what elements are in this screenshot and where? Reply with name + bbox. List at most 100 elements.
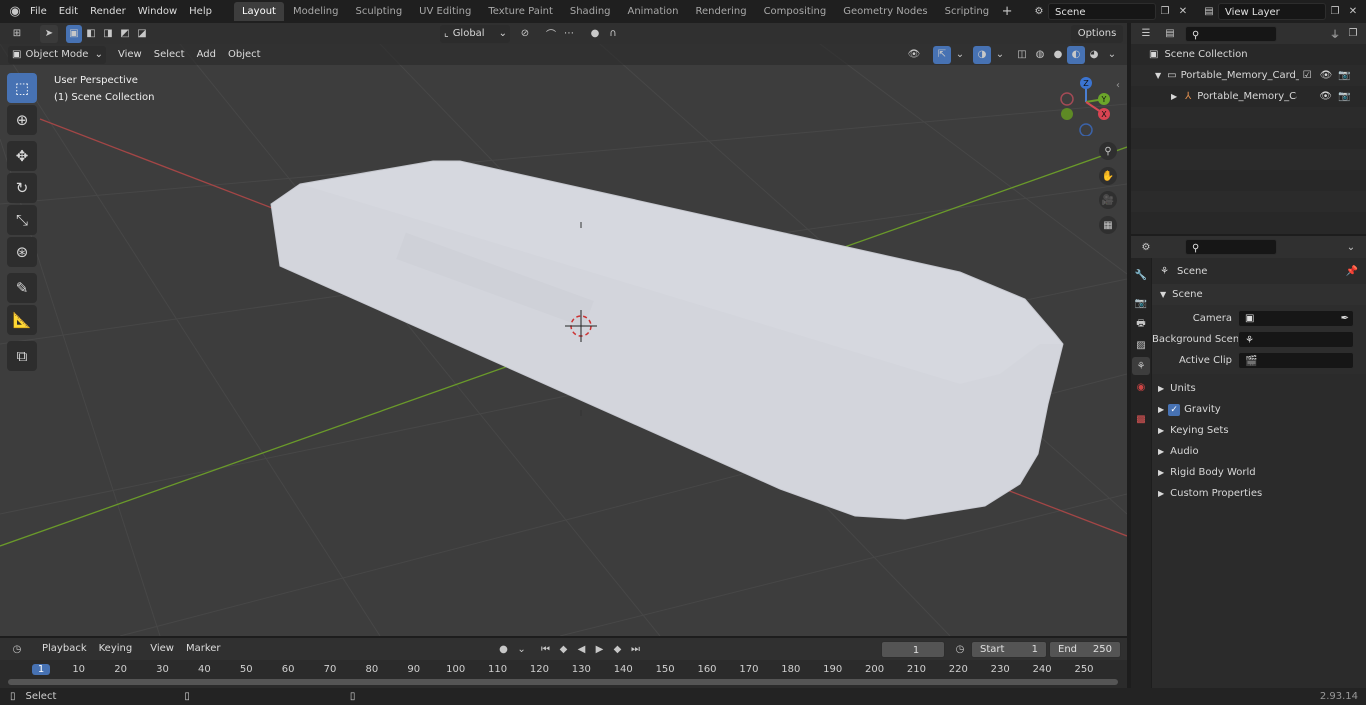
perspective-toggle-icon[interactable]: ▦ bbox=[1099, 216, 1117, 234]
select-tool-icon[interactable]: ➤ bbox=[40, 24, 58, 43]
eye-icon[interactable]: 👁 bbox=[1319, 91, 1332, 102]
rigid-body-world-panel[interactable]: ▶ Rigid Body World bbox=[1152, 462, 1366, 483]
checkbox-icon[interactable]: ☑ bbox=[1303, 70, 1312, 81]
new-view-layer-icon[interactable]: ❐ bbox=[1326, 3, 1344, 21]
display-mode-icon[interactable]: ▤ bbox=[1161, 25, 1179, 43]
outliner-search-input[interactable]: ⚲ bbox=[1185, 25, 1277, 42]
select-subtract-icon[interactable]: ◨ bbox=[100, 25, 116, 43]
filter-icon[interactable]: ⏚ bbox=[1326, 25, 1344, 43]
scene-field[interactable]: Scene bbox=[1048, 3, 1156, 20]
play-reverse-icon[interactable]: ◀ bbox=[573, 640, 591, 658]
delete-scene-icon[interactable]: ✕ bbox=[1174, 3, 1192, 21]
tab-geometry-nodes[interactable]: Geometry Nodes bbox=[835, 2, 935, 21]
menu-object[interactable]: Object bbox=[222, 45, 267, 65]
eye-icon[interactable]: 👁 bbox=[1320, 70, 1333, 81]
tab-scripting[interactable]: Scripting bbox=[937, 2, 997, 21]
current-frame-marker[interactable]: 1 bbox=[32, 664, 50, 675]
frame-ruler[interactable]: 1 10 20 30 40 50 60 70 80 90 100 110 120 130 140 150 160… bbox=[0, 662, 1127, 678]
overlay-dropdown-icon[interactable]: ⌄ bbox=[991, 46, 1009, 64]
snap-element-icon[interactable]: ⋯ bbox=[560, 25, 578, 43]
gizmo-dropdown-icon[interactable]: ⌄ bbox=[951, 46, 969, 64]
tab-rendering[interactable]: Rendering bbox=[687, 2, 754, 21]
snap-icon[interactable]: ⌒ bbox=[542, 25, 560, 43]
rotate-tool-icon[interactable]: ↻ bbox=[7, 173, 37, 203]
outliner-row-item2[interactable]: ▶ ⅄ Portable_Memory_Card_I 👁 📷 bbox=[1131, 86, 1366, 107]
select-intersect-icon[interactable]: ◪ bbox=[134, 25, 150, 43]
next-keyframe-icon[interactable]: ◆ bbox=[609, 640, 627, 658]
new-collection-icon[interactable]: ❐ bbox=[1344, 25, 1362, 43]
gravity-panel[interactable]: ▶ ✓ Gravity bbox=[1152, 399, 1366, 420]
shading-solid-icon[interactable]: ● bbox=[1049, 46, 1067, 64]
camera-view-icon[interactable]: 🎥 bbox=[1099, 191, 1117, 209]
menu-render[interactable]: Render bbox=[84, 2, 132, 22]
menu-file[interactable]: File bbox=[24, 2, 53, 22]
mode-dropdown[interactable]: ▣ Object Mode ⌄ bbox=[8, 45, 106, 64]
xray-toggle-icon[interactable]: ◫ bbox=[1013, 46, 1031, 64]
eyedropper-icon[interactable]: ✒ bbox=[1341, 310, 1349, 327]
editor-type-icon[interactable]: ⊞ bbox=[8, 25, 26, 43]
proportional-editing-icon[interactable]: ● bbox=[586, 25, 604, 43]
active-clip-field[interactable]: 🎬 bbox=[1238, 352, 1354, 369]
menu-view[interactable]: View bbox=[112, 45, 148, 65]
playback-menu[interactable]: Playback bbox=[36, 639, 93, 659]
3d-viewport[interactable]: User Perspective (1) Scene Collection Z … bbox=[0, 44, 1127, 636]
tab-layout[interactable]: Layout bbox=[233, 2, 284, 21]
properties-search-input[interactable]: ⚲ bbox=[1185, 239, 1277, 255]
blender-logo-icon[interactable]: ◉ bbox=[6, 3, 24, 21]
move-tool-icon[interactable]: ✥ bbox=[7, 141, 37, 171]
pivot-point-icon[interactable]: ⊘ bbox=[516, 25, 534, 43]
gizmo-toggle-icon[interactable]: ⇱ bbox=[933, 45, 951, 64]
outliner-editor-type-icon[interactable]: ☰ bbox=[1137, 25, 1155, 43]
custom-properties-panel[interactable]: ▶ Custom Properties bbox=[1152, 483, 1366, 504]
prev-keyframe-icon[interactable]: ◆ bbox=[555, 640, 573, 658]
visibility-filter-icon[interactable]: 👁 bbox=[905, 46, 923, 64]
measure-tool-icon[interactable]: 📐 bbox=[7, 305, 37, 335]
transform-tool-icon[interactable]: ⊛ bbox=[7, 237, 37, 267]
menu-edit[interactable]: Edit bbox=[53, 2, 84, 22]
keying-menu[interactable]: Keying bbox=[93, 639, 139, 659]
world-tab-icon[interactable]: ◉ bbox=[1132, 378, 1150, 396]
cursor-tool-icon[interactable]: ⊕ bbox=[7, 105, 37, 135]
scale-tool-icon[interactable]: ⤡ bbox=[7, 205, 37, 235]
background-scene-field[interactable]: ⚘ bbox=[1238, 331, 1354, 348]
current-frame-field[interactable]: 1 bbox=[881, 640, 945, 658]
properties-options-icon[interactable]: ⌄ bbox=[1342, 238, 1360, 256]
tool-tab-icon[interactable]: 🔧 bbox=[1132, 266, 1150, 284]
shading-material-icon[interactable]: ◐ bbox=[1067, 45, 1085, 64]
tab-compositing[interactable]: Compositing bbox=[756, 2, 835, 21]
play-icon[interactable]: ▶ bbox=[591, 640, 609, 658]
select-new-icon[interactable]: ▣ bbox=[66, 24, 82, 43]
texture-tab-icon[interactable]: ▩ bbox=[1132, 410, 1150, 428]
shading-rendered-icon[interactable]: ◕ bbox=[1085, 46, 1103, 64]
camera-icon[interactable]: 📷 bbox=[1338, 91, 1350, 102]
record-icon[interactable]: ● bbox=[495, 640, 513, 658]
overlay-toggle-icon[interactable]: ◑ bbox=[973, 45, 991, 64]
tab-animation[interactable]: Animation bbox=[620, 2, 687, 21]
navigation-gizmo[interactable]: Z Y X bbox=[1056, 74, 1116, 136]
shading-wireframe-icon[interactable]: ◍ bbox=[1031, 46, 1049, 64]
falloff-icon[interactable]: ∩ bbox=[604, 25, 622, 43]
select-extend-icon[interactable]: ◧ bbox=[83, 25, 99, 43]
camera-icon[interactable]: 📷 bbox=[1338, 70, 1350, 81]
start-frame-field[interactable]: Start 1 bbox=[971, 640, 1047, 658]
keying-sets-panel[interactable]: ▶ Keying Sets bbox=[1152, 420, 1366, 441]
outliner-row-item1[interactable]: ▼ ▭ Portable_Memory_Card_Reac ☑ 👁 📷 bbox=[1131, 65, 1366, 86]
menu-window[interactable]: Window bbox=[132, 2, 183, 22]
expand-arrow-icon[interactable]: ▶ bbox=[1171, 92, 1177, 101]
menu-add[interactable]: Add bbox=[191, 45, 222, 65]
pan-hand-icon[interactable]: ✋ bbox=[1099, 167, 1117, 185]
add-cube-tool-icon[interactable]: ⧉ bbox=[7, 341, 37, 371]
scene-tab-icon[interactable]: ⚘ bbox=[1132, 357, 1150, 375]
properties-editor-type-icon[interactable]: ⚙ bbox=[1137, 238, 1155, 256]
marker-menu[interactable]: Marker bbox=[180, 639, 227, 659]
tab-texture-paint[interactable]: Texture Paint bbox=[480, 2, 561, 21]
add-workspace-icon[interactable]: + bbox=[998, 3, 1016, 21]
jump-end-icon[interactable]: ⏭ bbox=[627, 640, 645, 658]
timeline-editor-type-icon[interactable]: ◷ bbox=[8, 640, 26, 658]
jump-start-icon[interactable]: ⏮ bbox=[537, 640, 555, 658]
view-layer-field[interactable]: View Layer bbox=[1218, 3, 1326, 20]
tab-uv-editing[interactable]: UV Editing bbox=[411, 2, 479, 21]
view-layer-icon[interactable]: ▤ bbox=[1200, 3, 1218, 21]
outliner-row-scene-collection[interactable]: ▣ Scene Collection bbox=[1131, 44, 1366, 65]
select-invert-icon[interactable]: ◩ bbox=[117, 25, 133, 43]
